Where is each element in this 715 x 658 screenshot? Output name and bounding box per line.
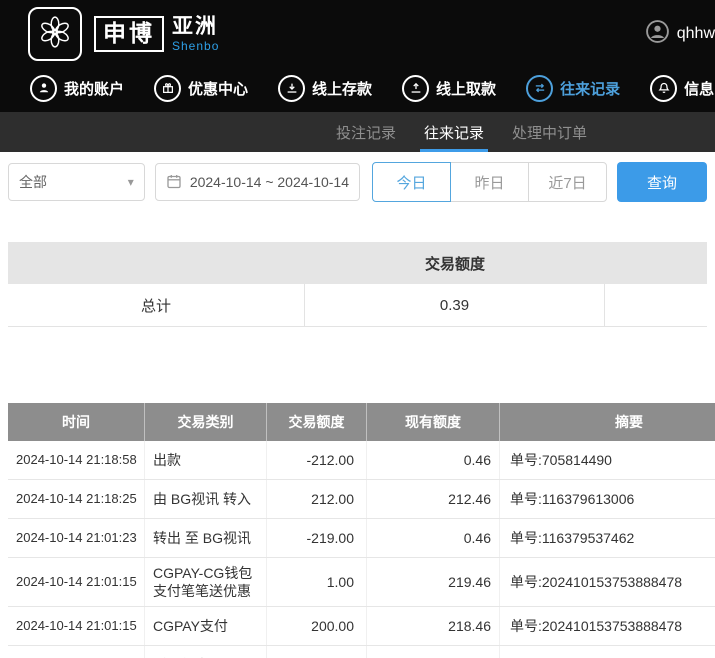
user-icon xyxy=(30,75,57,102)
summary-total-empty xyxy=(605,284,707,326)
brand-name-box: 申博 xyxy=(94,16,164,51)
table-row: 2024-10-14 21:01:23 转出 至 BG视讯 -219.00 0.… xyxy=(8,519,715,558)
cell-amount: 18.00 xyxy=(267,646,367,658)
nav-item-promotions[interactable]: 优惠中心 xyxy=(154,75,248,102)
cell-amount: 212.00 xyxy=(267,480,367,518)
table-row: 2024-10-14 21:01:15 CGPAY支付 200.00 218.4… xyxy=(8,607,715,646)
cell-summary: 单号:116379537462 xyxy=(500,519,715,557)
cell-type: 出款 xyxy=(145,441,267,479)
table-header-row: 时间 交易类别 交易额度 现有额度 摘要 xyxy=(8,403,715,441)
tab-transaction-records[interactable]: 往来记录 xyxy=(410,112,498,152)
tab-betting-records[interactable]: 投注记录 xyxy=(322,112,410,152)
search-button[interactable]: 查询 xyxy=(617,162,707,202)
cell-summary: 单号:202410153753888478 xyxy=(500,558,715,606)
cell-summary: 单号:705814490 xyxy=(500,441,715,479)
cell-amount: 1.00 xyxy=(267,558,367,606)
last7days-button[interactable]: 近7日 xyxy=(528,162,607,202)
chevron-down-icon: ▾ xyxy=(128,175,134,189)
col-header-summary: 摘要 xyxy=(500,403,715,441)
cell-summary: 单号:116379613006 xyxy=(500,480,715,518)
nav-item-my-account[interactable]: 我的账户 xyxy=(30,75,124,102)
cell-type: CGPAY-CG钱包支付笔笔送优惠 xyxy=(145,558,267,606)
cell-balance: 212.46 xyxy=(367,480,500,518)
summary-header-row: 交易额度 xyxy=(8,242,707,284)
date-range-input[interactable]: 2024-10-14 ~ 2024-10-14 xyxy=(155,163,360,201)
transfer-records-icon xyxy=(526,75,553,102)
nav-item-messages[interactable]: 信息 xyxy=(650,75,714,102)
cell-time: 2024-10-14 21:18:58 xyxy=(8,441,145,479)
col-header-balance: 现有额度 xyxy=(367,403,500,441)
cell-balance: 0.46 xyxy=(367,519,500,557)
brand-region-cn: 亚洲 xyxy=(172,16,219,37)
deposit-icon xyxy=(278,75,305,102)
cell-amount: -219.00 xyxy=(267,519,367,557)
table-row: 2024-10-14 21:18:25 由 BG视讯 转入 212.00 212… xyxy=(8,480,715,519)
user-avatar-icon xyxy=(645,19,670,49)
cell-time: 2024-10-14 21:18:25 xyxy=(8,480,145,518)
cell-amount: 200.00 xyxy=(267,607,367,645)
main-nav: 我的账户 优惠中心 线上存款 xyxy=(0,68,715,112)
nav-item-label: 往来记录 xyxy=(560,78,620,99)
today-button[interactable]: 今日 xyxy=(372,162,451,202)
top-header: 申博 亚洲 Shenbo qhhw xyxy=(0,0,715,68)
type-select[interactable]: 全部 ▾ xyxy=(8,163,145,201)
cell-summary xyxy=(500,646,715,658)
table-row: 2024-10-14 21:01:15 CGPAY-CG钱包支付笔笔送优惠 1.… xyxy=(8,558,715,607)
tab-processing-orders[interactable]: 处理中订单 xyxy=(498,112,601,152)
col-header-type: 交易类别 xyxy=(145,403,267,441)
cell-time: 2024-10-14 21:00:49 xyxy=(8,646,145,658)
summary-header-amount: 交易额度 xyxy=(305,253,605,274)
nav-item-transaction-records[interactable]: 往来记录 xyxy=(526,75,620,102)
cell-time: 2024-10-14 21:01:23 xyxy=(8,519,145,557)
cell-type: 转出 至 BG视讯 xyxy=(145,519,267,557)
brand-region-en: Shenbo xyxy=(172,40,219,52)
nav-item-label: 我的账户 xyxy=(64,78,124,99)
cell-balance: 18.46 xyxy=(367,646,500,658)
nav-item-label: 优惠中心 xyxy=(188,78,248,99)
type-select-value: 全部 xyxy=(19,172,47,192)
cell-type: 由 BG视讯 转入 xyxy=(145,480,267,518)
user-account-button[interactable]: qhhw xyxy=(645,19,715,49)
summary-total-row: 总计 0.39 xyxy=(8,284,707,327)
cell-type: CGPAY支付 xyxy=(145,607,267,645)
cell-type: 活动优惠 xyxy=(145,646,267,658)
cell-summary: 单号:202410153753888478 xyxy=(500,607,715,645)
brand-region: 亚洲 Shenbo xyxy=(172,16,219,52)
calendar-icon xyxy=(166,173,182,192)
quick-date-buttons: 今日 昨日 近7日 xyxy=(372,162,607,202)
gift-icon xyxy=(154,75,181,102)
cell-time: 2024-10-14 21:01:15 xyxy=(8,607,145,645)
records-tabbar: 投注记录 往来记录 处理中订单 xyxy=(0,112,715,152)
cell-time: 2024-10-14 21:01:15 xyxy=(8,558,145,606)
table-row: 2024-10-14 21:18:58 出款 -212.00 0.46 单号:7… xyxy=(8,441,715,480)
withdraw-icon xyxy=(402,75,429,102)
summary-total-label: 总计 xyxy=(8,284,305,326)
page-root: 申博 亚洲 Shenbo qhhw xyxy=(0,0,715,658)
nav-item-label: 线上取款 xyxy=(436,78,496,99)
cell-amount: -212.00 xyxy=(267,441,367,479)
summary-table: 交易额度 总计 0.39 xyxy=(8,242,707,327)
brand-flower-logo[interactable] xyxy=(28,7,82,61)
nav-item-label: 信息 xyxy=(684,78,714,99)
username: qhhw xyxy=(677,25,715,43)
filter-bar: 全部 ▾ 2024-10-14 ~ 2024-10-14 今日 昨日 近7日 查… xyxy=(0,152,715,212)
cell-balance: 219.46 xyxy=(367,558,500,606)
records-table: 时间 交易类别 交易额度 现有额度 摘要 2024-10-14 21:18:58… xyxy=(8,403,715,658)
summary-total-value: 0.39 xyxy=(305,284,605,326)
date-range-value: 2024-10-14 ~ 2024-10-14 xyxy=(190,174,349,190)
cell-balance: 218.46 xyxy=(367,607,500,645)
col-header-amount: 交易额度 xyxy=(267,403,367,441)
nav-item-label: 线上存款 xyxy=(312,78,372,99)
nav-item-withdraw[interactable]: 线上取款 xyxy=(402,75,496,102)
flower-icon xyxy=(37,14,73,55)
nav-item-deposit[interactable]: 线上存款 xyxy=(278,75,372,102)
col-header-time: 时间 xyxy=(8,403,145,441)
table-row: 2024-10-14 21:00:49 活动优惠 18.00 18.46 xyxy=(8,646,715,658)
cell-balance: 0.46 xyxy=(367,441,500,479)
yesterday-button[interactable]: 昨日 xyxy=(450,162,529,202)
bell-icon xyxy=(650,75,677,102)
